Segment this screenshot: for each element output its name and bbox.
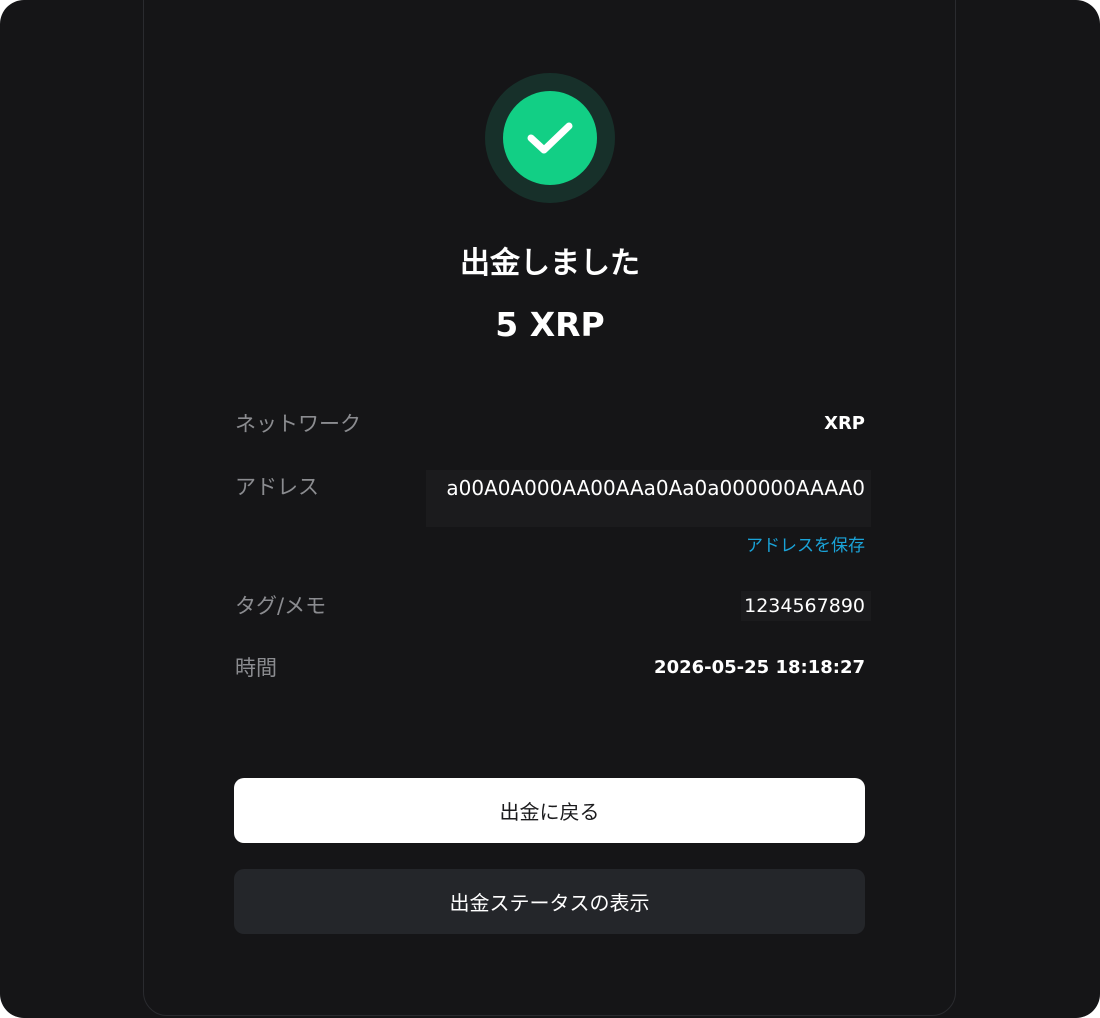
time-label: 時間 (235, 656, 277, 680)
time-value: 2026-05-25 18:18:27 (654, 657, 865, 678)
network-value: XRP (824, 413, 865, 434)
back-to-withdrawal-button[interactable]: 出金に戻る (234, 778, 865, 843)
network-label: ネットワーク (235, 412, 361, 436)
withdrawal-amount: 5 XRP (495, 305, 605, 344)
view-withdrawal-status-button[interactable]: 出金ステータスの表示 (234, 869, 865, 934)
tag-label: タグ/メモ (235, 594, 327, 618)
page-title: 出金しました (460, 246, 640, 281)
address-value: a00A0A000AA00AAa0Aa0a000000AAAA0 (426, 470, 871, 527)
app-screen: 出金しました 5 XRP ネットワーク XRP アドレス a00A0A000AA… (0, 0, 1100, 1018)
save-address-link[interactable]: アドレスを保存 (746, 532, 865, 560)
address-label: アドレス (235, 475, 319, 499)
check-icon (503, 91, 597, 185)
tag-value: 1234567890 (741, 591, 871, 621)
